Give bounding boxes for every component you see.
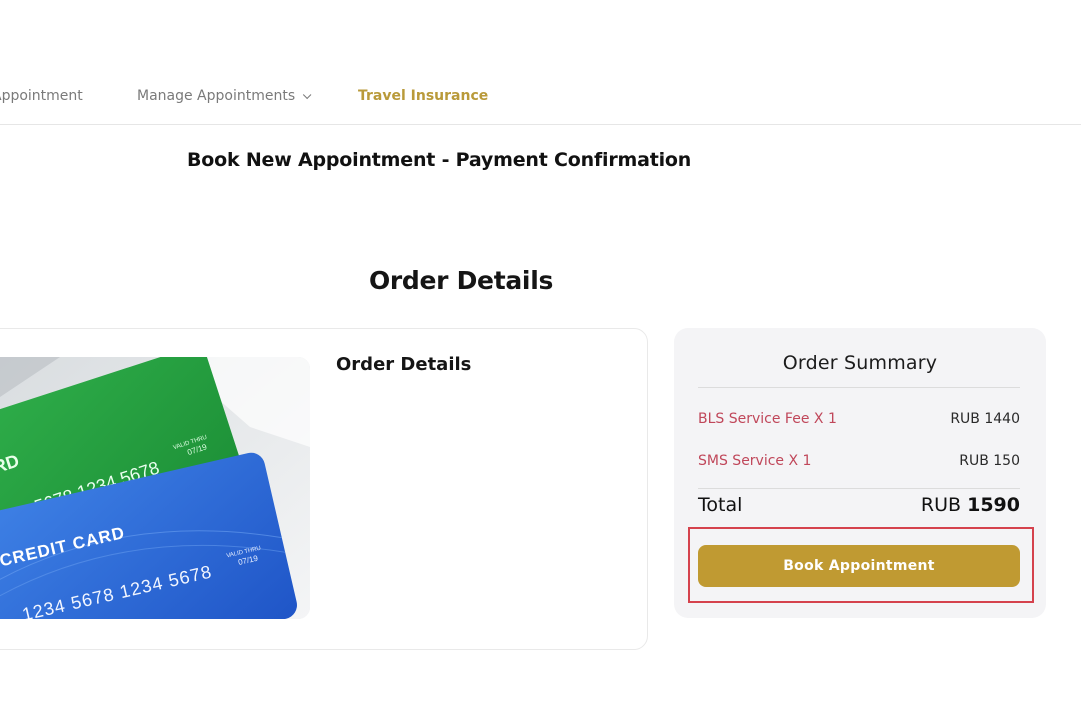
total-value: 1590 xyxy=(967,494,1020,516)
nav-item-label: Manage Appointments xyxy=(137,88,296,104)
order-details-heading: Order Details xyxy=(336,354,472,375)
total-amount: RUB 1590 xyxy=(921,494,1020,516)
page-title: Book New Appointment - Payment Confirmat… xyxy=(187,149,692,171)
nav-item-manage-appointments[interactable]: Manage Appointments xyxy=(137,88,312,104)
nav-item-travel-insurance[interactable]: Travel Insurance xyxy=(358,88,488,104)
line-item-label: BLS Service Fee X 1 xyxy=(698,411,837,427)
divider xyxy=(698,387,1020,388)
nav-item-book-appointment[interactable]: Appointment xyxy=(0,88,83,104)
credit-card-image: ARD 5678 1234 5678 VALID THRU 07/19 CRED… xyxy=(0,357,310,619)
total-label: Total xyxy=(698,494,743,516)
line-item-label: SMS Service X 1 xyxy=(698,453,812,469)
total-currency: RUB xyxy=(920,494,962,516)
chevron-down-icon xyxy=(303,90,312,100)
top-nav: Appointment Manage Appointments Travel I… xyxy=(0,70,1081,125)
order-summary-title: Order Summary xyxy=(782,352,938,374)
book-appointment-button[interactable]: Book Appointment xyxy=(698,545,1020,587)
line-item-amount: RUB 150 xyxy=(959,453,1020,469)
divider xyxy=(698,488,1020,489)
credit-cards-illustration: ARD 5678 1234 5678 VALID THRU 07/19 CRED… xyxy=(0,357,310,619)
section-title: Order Details xyxy=(368,266,554,295)
line-item-amount: RUB 1440 xyxy=(950,411,1020,427)
page: Appointment Manage Appointments Travel I… xyxy=(0,0,1081,720)
